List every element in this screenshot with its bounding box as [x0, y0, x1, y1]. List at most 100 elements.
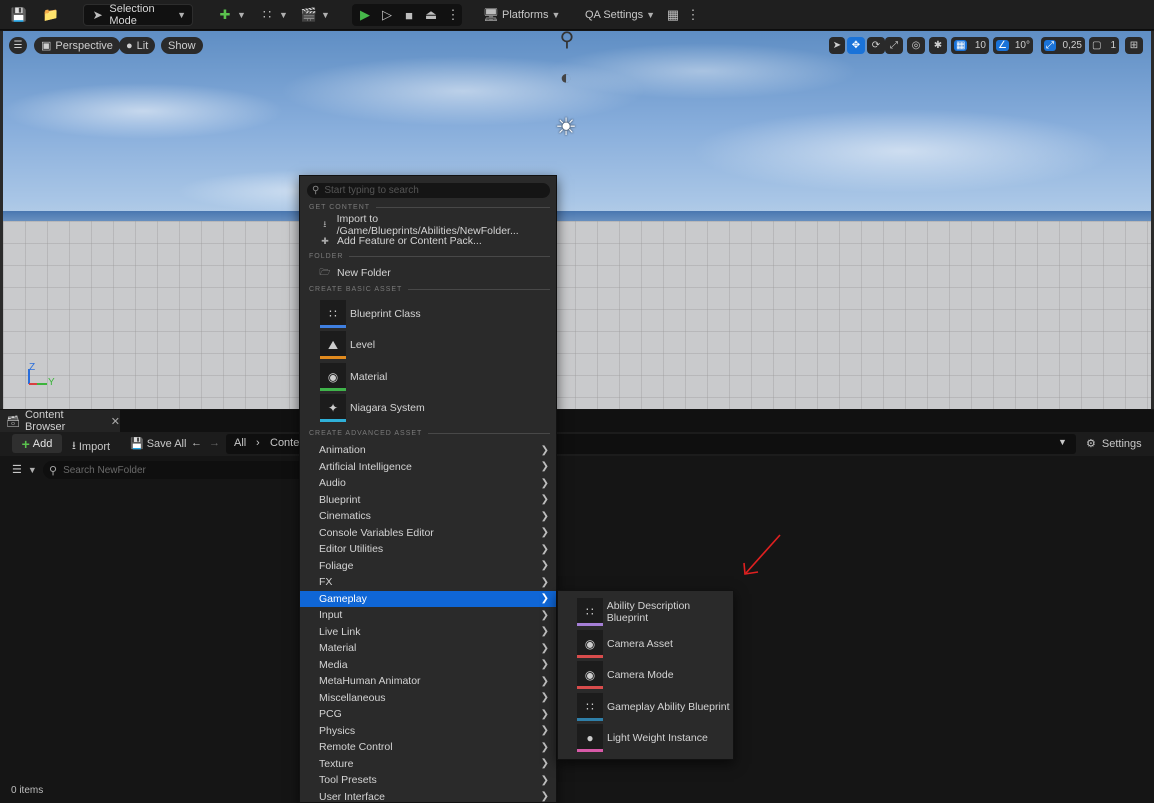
- material-item[interactable]: ◉ Material: [320, 363, 550, 391]
- submenu-animation[interactable]: Animation ❯: [300, 442, 556, 459]
- submenu-metahuman-animator[interactable]: MetaHuman Animator ❯: [300, 673, 556, 690]
- chevron-down-icon[interactable]: ▼: [1058, 437, 1067, 447]
- perspective-button[interactable]: ▣ Perspective: [34, 37, 120, 54]
- settings-button[interactable]: ⚙ Settings: [1086, 437, 1142, 451]
- save-icon[interactable]: 💾: [10, 4, 28, 26]
- submenu-remote-control[interactable]: Remote Control ❯: [300, 739, 556, 756]
- submenu-physics[interactable]: Physics ❯: [300, 723, 556, 740]
- chevron-right-icon: ❯: [540, 708, 549, 720]
- rotation-snap-control[interactable]: ∠ 10°: [993, 37, 1033, 54]
- new-folder-item[interactable]: 🗁 New Folder: [300, 265, 556, 281]
- submenu-editor-utilities[interactable]: Editor Utilities ❯: [300, 541, 556, 558]
- gameplay-ability-blueprint-item[interactable]: ∷ Gameplay Ability Blueprint: [577, 693, 733, 721]
- submenu-live-link[interactable]: Live Link ❯: [300, 624, 556, 641]
- lit-button[interactable]: ● Lit: [119, 37, 156, 54]
- level-icon: ⛰: [320, 331, 346, 359]
- content-browser-tab[interactable]: 🗃 Content Browser ✕: [0, 409, 120, 433]
- submenu-tool-presets[interactable]: Tool Presets ❯: [300, 772, 556, 789]
- annotation-arrow-icon: [743, 534, 781, 575]
- menu-search-field[interactable]: ⚲: [307, 183, 550, 198]
- lit-label: Lit: [136, 39, 149, 52]
- more-options-icon[interactable]: ⋮: [684, 4, 702, 26]
- translate-tool-icon[interactable]: ✥: [847, 37, 865, 54]
- history-forward-icon[interactable]: →: [209, 437, 220, 449]
- import-button[interactable]: ⭳ Import: [72, 437, 110, 456]
- submenu-miscellaneous[interactable]: Miscellaneous ❯: [300, 690, 556, 707]
- submenu-texture[interactable]: Texture ❯: [300, 756, 556, 773]
- submenu-user-interface[interactable]: User Interface ❯: [300, 789, 556, 803]
- submenu-fx[interactable]: FX ❯: [300, 574, 556, 591]
- submenu-audio[interactable]: Audio ❯: [300, 475, 556, 492]
- submenu-input[interactable]: Input ❯: [300, 607, 556, 624]
- player-start-icon[interactable]: ⚲: [539, 31, 595, 57]
- sky-atmosphere-icon[interactable]: ◐: [551, 67, 581, 89]
- blueprint-icon: ∷: [577, 693, 603, 721]
- stop-icon[interactable]: ■: [400, 6, 418, 24]
- submenu-pcg[interactable]: PCG ❯: [300, 706, 556, 723]
- blueprint-menu-button[interactable]: ∷ ▼: [258, 4, 288, 26]
- filter-button[interactable]: ☰ ▼: [12, 463, 37, 476]
- rotate-tool-icon[interactable]: ⟳: [867, 37, 885, 54]
- chevron-right-icon: ❯: [540, 444, 549, 456]
- level-viewport[interactable]: ☰ ▣ Perspective ● Lit Show ⚲ ◐ ☀ ➤ ✥ ⟳ ⤢…: [0, 31, 1154, 409]
- play-icon[interactable]: ▶: [356, 6, 374, 24]
- play-options-icon[interactable]: ⋮: [444, 6, 462, 24]
- scale-snap-control[interactable]: ⤢ 0,25: [1041, 37, 1085, 54]
- save-all-button[interactable]: 💾 Save All: [130, 437, 187, 451]
- submenu-material[interactable]: Material ❯: [300, 640, 556, 657]
- niagara-system-item[interactable]: ✦ Niagara System: [320, 394, 550, 422]
- browse-content-icon[interactable]: 📁: [42, 4, 60, 26]
- world-space-icon[interactable]: ◎: [907, 37, 925, 54]
- submenu-foliage[interactable]: Foliage ❯: [300, 558, 556, 575]
- chevron-right-icon: ❯: [540, 692, 549, 704]
- eject-icon[interactable]: ⏏: [422, 6, 440, 24]
- camera-mode-item[interactable]: ◉ Camera Mode: [577, 661, 733, 689]
- source-control-icon[interactable]: ▦: [664, 4, 682, 26]
- add-actor-button[interactable]: ✚ ▼: [216, 4, 246, 26]
- scale-tool-icon[interactable]: ⤢: [885, 37, 903, 54]
- submenu-gameplay[interactable]: Gameplay ❯: [300, 590, 556, 607]
- category-label: Foliage: [319, 559, 354, 572]
- submenu-media[interactable]: Media ❯: [300, 657, 556, 674]
- surface-snap-icon[interactable]: ✱: [929, 37, 947, 54]
- qa-settings-dropdown[interactable]: QA Settings ▼: [585, 4, 655, 26]
- selection-mode-dropdown[interactable]: ➤ Selection Mode ▼: [83, 3, 193, 27]
- folder-icon: 🗁: [319, 267, 331, 277]
- submenu-artificial-intelligence[interactable]: Artificial Intelligence ❯: [300, 459, 556, 476]
- maximize-viewport-icon[interactable]: ⊞: [1125, 37, 1143, 54]
- add-button[interactable]: + Add: [12, 434, 62, 453]
- submenu-cinematics[interactable]: Cinematics ❯: [300, 508, 556, 525]
- submenu-blueprint[interactable]: Blueprint ❯: [300, 492, 556, 509]
- step-forward-icon[interactable]: ▷: [378, 6, 396, 24]
- category-label: Gameplay: [319, 592, 367, 605]
- save-all-label: Save All: [146, 437, 187, 450]
- import-to-item[interactable]: ⭳ Import to /Game/Blueprints/Abilities/N…: [300, 213, 556, 237]
- content-search-box[interactable]: ⚲ Search NewFolder: [43, 461, 313, 479]
- ability-description-blueprint-item[interactable]: ∷ Ability Description Blueprint: [577, 598, 733, 626]
- add-actor-icon: ✚: [219, 7, 231, 22]
- chevron-down-icon: ▼: [27, 464, 37, 475]
- blueprint-class-item[interactable]: ∷ Blueprint Class: [320, 300, 550, 328]
- platforms-dropdown[interactable]: 🖥 Platforms ▼: [482, 4, 561, 26]
- search-icon: ⚲: [312, 185, 320, 196]
- light-weight-instance-item[interactable]: ● Light Weight Instance: [577, 724, 733, 752]
- directional-light-icon[interactable]: ☀: [551, 113, 581, 143]
- camera-speed-control[interactable]: ▢ 1: [1089, 37, 1119, 54]
- platforms-label: Platforms: [502, 9, 549, 21]
- cinematics-menu-button[interactable]: 🎬 ▼: [300, 4, 330, 26]
- add-feature-item[interactable]: ✚ Add Feature or Content Pack...: [300, 233, 556, 249]
- select-tool-icon[interactable]: ➤: [829, 37, 845, 54]
- show-button[interactable]: Show: [161, 37, 203, 54]
- category-label: Blueprint: [319, 493, 361, 506]
- history-back-icon[interactable]: ←: [191, 437, 202, 449]
- level-item[interactable]: ⛰ Level: [320, 331, 550, 359]
- breadcrumb-all[interactable]: All: [234, 437, 246, 449]
- close-icon[interactable]: ✕: [111, 415, 120, 428]
- viewport-menu-icon[interactable]: ☰: [9, 37, 27, 54]
- grid-snap-control[interactable]: ▦ 10: [951, 37, 989, 54]
- chevron-right-icon: ❯: [540, 461, 549, 473]
- submenu-console-variables-editor[interactable]: Console Variables Editor ❯: [300, 525, 556, 542]
- menu-search-input[interactable]: [324, 185, 525, 196]
- import-label: Import: [78, 440, 111, 453]
- camera-asset-item[interactable]: ◉ Camera Asset: [577, 630, 733, 658]
